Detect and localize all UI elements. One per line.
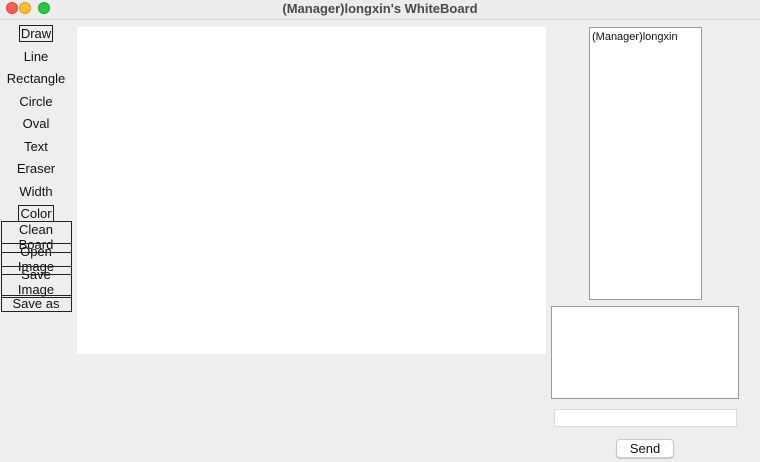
oval-button-label: Oval xyxy=(22,116,50,131)
rectangle-button[interactable]: Rectangle xyxy=(0,70,72,87)
save-as-button[interactable]: Save as xyxy=(0,295,72,312)
eraser-button[interactable]: Eraser xyxy=(0,160,72,177)
rectangle-button-label: Rectangle xyxy=(6,71,66,86)
title-bar: (Manager)longxin's WhiteBoard xyxy=(0,0,760,20)
color-button[interactable]: Color xyxy=(0,205,72,222)
draw-button[interactable]: Draw xyxy=(0,25,72,42)
chat-input[interactable] xyxy=(554,409,737,427)
drawing-canvas[interactable] xyxy=(77,27,546,354)
save-image-button[interactable]: Save Image xyxy=(0,265,72,298)
text-button[interactable]: Text xyxy=(0,138,72,155)
window-title: (Manager)longxin's WhiteBoard xyxy=(282,1,478,16)
line-button[interactable]: Line xyxy=(0,48,72,65)
user-list[interactable]: (Manager)longxin xyxy=(589,27,702,300)
save-as-button-label: Save as xyxy=(0,295,72,312)
draw-button-label: Draw xyxy=(18,25,54,42)
chat-log xyxy=(551,306,739,399)
eraser-button-label: Eraser xyxy=(16,161,56,176)
color-button-label: Color xyxy=(18,205,54,222)
whiteboard-window: (Manager)longxin's WhiteBoard Draw Line … xyxy=(0,0,760,462)
save-image-button-label: Save Image xyxy=(0,265,72,298)
text-button-label: Text xyxy=(24,139,48,154)
width-button-label: Width xyxy=(19,184,53,199)
user-list-item[interactable]: (Manager)longxin xyxy=(592,31,699,43)
circle-button-label: Circle xyxy=(19,94,53,109)
oval-button[interactable]: Oval xyxy=(0,115,72,132)
send-button[interactable]: Send xyxy=(616,439,674,458)
circle-button[interactable]: Circle xyxy=(0,93,72,110)
open-image-button[interactable]: Open Image xyxy=(0,242,72,275)
line-button-label: Line xyxy=(23,49,49,64)
width-button[interactable]: Width xyxy=(0,183,72,200)
